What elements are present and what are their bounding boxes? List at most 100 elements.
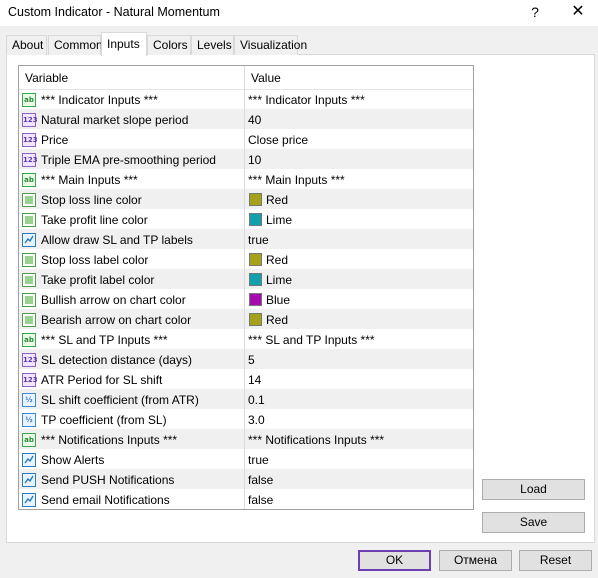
table-row[interactable]: 123 SL detection distance (days) 5 bbox=[19, 350, 473, 370]
variable-value[interactable]: 0.1 bbox=[248, 393, 265, 407]
variable-value[interactable]: false bbox=[248, 473, 273, 487]
tab-colors[interactable]: Colors bbox=[147, 35, 191, 55]
table-row[interactable]: Send email Notifications false bbox=[19, 490, 473, 509]
variable-name: Stop loss line color bbox=[41, 193, 142, 207]
color-icon bbox=[22, 213, 36, 227]
variable-name: Send email Notifications bbox=[41, 493, 170, 507]
table-row[interactable]: Bearish arrow on chart color Red bbox=[19, 310, 473, 330]
color-swatch[interactable] bbox=[249, 193, 262, 206]
variable-name: *** Indicator Inputs *** bbox=[41, 93, 158, 107]
column-divider[interactable] bbox=[244, 66, 245, 509]
table-row[interactable]: ab *** SL and TP Inputs *** *** SL and TP … bbox=[19, 330, 473, 350]
variable-value[interactable]: true bbox=[248, 233, 269, 247]
table-row[interactable]: ½ SL shift coefficient (from ATR) 0.1 bbox=[19, 390, 473, 410]
table-row[interactable]: ab *** Notifications Inputs *** *** Notifi… bbox=[19, 430, 473, 450]
variable-value[interactable]: false bbox=[248, 493, 273, 507]
save-button[interactable]: Save bbox=[482, 512, 585, 533]
tab-visualization[interactable]: Visualization bbox=[234, 35, 307, 55]
table-row[interactable]: Stop loss label color Red bbox=[19, 250, 473, 270]
color-icon bbox=[22, 293, 36, 307]
variable-value[interactable]: 14 bbox=[248, 373, 261, 387]
color-swatch[interactable] bbox=[249, 293, 262, 306]
table-row[interactable]: 123 Triple EMA pre-smoothing period 10 bbox=[19, 150, 473, 170]
column-header-value[interactable]: Value bbox=[251, 71, 281, 85]
table-row[interactable]: ab *** Main Inputs *** *** Main Inputs *** bbox=[19, 170, 473, 190]
table-row[interactable]: Allow draw SL and TP labels true bbox=[19, 230, 473, 250]
variable-name: Show Alerts bbox=[41, 453, 105, 467]
variable-value[interactable]: true bbox=[248, 453, 269, 467]
double-icon: ½ bbox=[22, 413, 36, 427]
variable-value[interactable]: 40 bbox=[248, 113, 261, 127]
variable-value[interactable]: *** Notifications Inputs *** bbox=[248, 433, 384, 447]
variable-value[interactable]: Lime bbox=[266, 213, 292, 227]
variable-value[interactable]: 3.0 bbox=[248, 413, 265, 427]
color-swatch[interactable] bbox=[249, 273, 262, 286]
string-icon: ab bbox=[22, 333, 36, 347]
variable-value[interactable]: Blue bbox=[266, 293, 290, 307]
boolean-icon bbox=[22, 233, 36, 247]
color-swatch[interactable] bbox=[249, 313, 262, 326]
tab-about[interactable]: About bbox=[6, 35, 47, 55]
variable-value[interactable]: Red bbox=[266, 193, 288, 207]
table-row[interactable]: Take profit label color Lime bbox=[19, 270, 473, 290]
column-header-variable[interactable]: Variable bbox=[25, 71, 68, 85]
inputs-grid: Variable Value ab *** Indicator Inputs **… bbox=[18, 65, 474, 510]
ok-button[interactable]: OK bbox=[358, 550, 431, 571]
color-swatch[interactable] bbox=[249, 253, 262, 266]
tab-common[interactable]: Common bbox=[48, 35, 103, 55]
table-row[interactable]: Bullish arrow on chart color Blue bbox=[19, 290, 473, 310]
integer-icon: 123 bbox=[22, 113, 38, 127]
integer-icon: 123 bbox=[22, 153, 38, 167]
color-icon bbox=[22, 313, 36, 327]
variable-name: Bullish arrow on chart color bbox=[41, 293, 186, 307]
variable-name: Take profit label color bbox=[41, 273, 155, 287]
table-row[interactable]: ab *** Indicator Inputs *** *** Indicator … bbox=[19, 90, 473, 110]
variable-name: TP coefficient (from SL) bbox=[41, 413, 167, 427]
variable-name: Stop loss label color bbox=[41, 253, 149, 267]
close-icon[interactable]: ✕ bbox=[566, 2, 590, 22]
variable-name: Allow draw SL and TP labels bbox=[41, 233, 193, 247]
boolean-icon bbox=[22, 453, 36, 467]
boolean-icon bbox=[22, 473, 36, 487]
window-title: Custom Indicator - Natural Momentum bbox=[8, 5, 220, 19]
tab-inputs[interactable]: Inputs bbox=[101, 32, 147, 56]
variable-value[interactable]: 5 bbox=[248, 353, 255, 367]
color-swatch[interactable] bbox=[249, 213, 262, 226]
load-button[interactable]: Load bbox=[482, 479, 585, 500]
color-icon bbox=[22, 273, 36, 287]
table-row[interactable]: Send PUSH Notifications false bbox=[19, 470, 473, 490]
integer-icon: 123 bbox=[22, 373, 38, 387]
table-row[interactable]: Show Alerts true bbox=[19, 450, 473, 470]
variable-value[interactable]: *** Main Inputs *** bbox=[248, 173, 345, 187]
cancel-button[interactable]: Отмена bbox=[439, 550, 512, 571]
variable-name: *** Notifications Inputs *** bbox=[41, 433, 178, 447]
table-row[interactable]: 123 Price Close price bbox=[19, 130, 473, 150]
variable-name: Natural market slope period bbox=[41, 113, 189, 127]
variable-value[interactable]: Red bbox=[266, 313, 288, 327]
table-row[interactable]: Stop loss line color Red bbox=[19, 190, 473, 210]
variable-value[interactable]: Close price bbox=[248, 133, 308, 147]
variable-value[interactable]: Lime bbox=[266, 273, 292, 287]
color-icon bbox=[22, 253, 36, 267]
tab-levels[interactable]: Levels bbox=[191, 35, 234, 55]
help-icon[interactable]: ? bbox=[523, 2, 547, 22]
integer-icon: 123 bbox=[22, 353, 38, 367]
variable-value[interactable]: *** SL and TP Inputs *** bbox=[248, 333, 375, 347]
table-row[interactable]: Take profit line color Lime bbox=[19, 210, 473, 230]
variable-name: ATR Period for SL shift bbox=[41, 373, 163, 387]
table-row[interactable]: 123 Natural market slope period 40 bbox=[19, 110, 473, 130]
string-icon: ab bbox=[22, 93, 36, 107]
table-row[interactable]: 123 ATR Period for SL shift 14 bbox=[19, 370, 473, 390]
reset-button[interactable]: Reset bbox=[519, 550, 592, 571]
color-icon bbox=[22, 193, 36, 207]
variable-name: *** SL and TP Inputs *** bbox=[41, 333, 168, 347]
grid-rows: ab *** Indicator Inputs *** *** Indicator … bbox=[19, 90, 473, 509]
variable-name: SL detection distance (days) bbox=[41, 353, 192, 367]
variable-value[interactable]: Red bbox=[266, 253, 288, 267]
table-row[interactable]: ½ TP coefficient (from SL) 3.0 bbox=[19, 410, 473, 430]
header-divider bbox=[473, 66, 474, 90]
variable-value[interactable]: 10 bbox=[248, 153, 261, 167]
variable-value[interactable]: *** Indicator Inputs *** bbox=[248, 93, 365, 107]
integer-icon: 123 bbox=[22, 133, 38, 147]
variable-name: Bearish arrow on chart color bbox=[41, 313, 192, 327]
